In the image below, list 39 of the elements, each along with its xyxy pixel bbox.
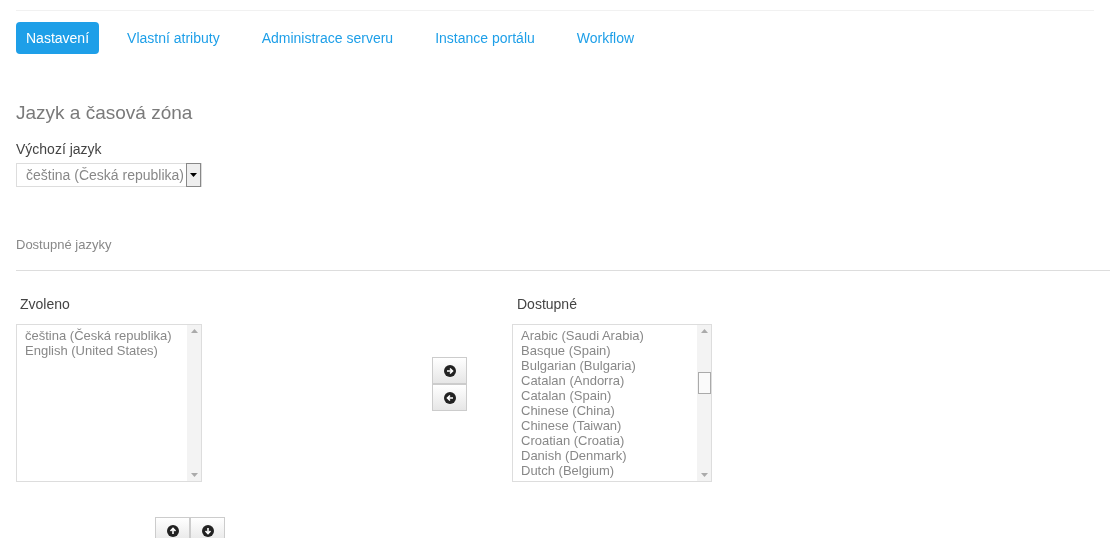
arrow-down-icon xyxy=(201,524,214,537)
tab[interactable]: Instance portálu xyxy=(425,22,545,54)
arrow-left-icon xyxy=(443,391,456,404)
tab[interactable]: Workflow xyxy=(566,22,645,54)
move-right-button[interactable] xyxy=(432,357,467,384)
scroll-up-icon[interactable] xyxy=(190,329,198,333)
scroll-down-icon[interactable] xyxy=(700,473,708,477)
scroll-down-icon[interactable] xyxy=(190,473,198,477)
list-item[interactable]: Danish (Denmark) xyxy=(521,448,689,463)
list-label: Dostupné xyxy=(517,296,578,312)
list-box[interactable]: Arabic (Saudi Arabia) Basque (Spain) Bulgarian (Bulgaria) Catalan (Andorra) Catalan (Spain) Chinese (China) Chinese (Taiwan) Croatian (Croatia) Danish (Denmark) Dutch (Belgium) xyxy=(512,324,712,482)
list-item[interactable]: čeština (Česká republika) xyxy=(25,328,179,343)
list-item[interactable]: Dutch (Belgium) xyxy=(521,463,689,478)
scroll-up-icon[interactable] xyxy=(700,329,708,333)
list-item[interactable]: Basque (Spain) xyxy=(521,343,689,358)
tab[interactable]: Nastavení xyxy=(16,22,100,54)
list-box[interactable]: čeština (Česká republika) English (United States) xyxy=(16,324,202,482)
arrow-right-icon xyxy=(443,364,456,377)
list-item[interactable]: Arabic (Saudi Arabia) xyxy=(521,328,689,343)
tab[interactable]: Vlastní atributy xyxy=(117,22,230,54)
list-item[interactable]: Croatian (Croatia) xyxy=(521,433,689,448)
list-item[interactable]: Bulgarian (Bulgaria) xyxy=(521,358,689,373)
list-item[interactable]: Catalan (Andorra) xyxy=(521,373,689,388)
caret-icon xyxy=(190,173,197,177)
subsection-title: Dostupné jazyky xyxy=(16,237,113,252)
list-label: Zvoleno xyxy=(20,296,71,312)
list-item[interactable]: Chinese (China) xyxy=(521,403,689,418)
list-item[interactable]: English (United States) xyxy=(25,343,179,358)
move-up-button[interactable] xyxy=(155,517,190,538)
language-select[interactable]: čeština (Česká republika) xyxy=(16,163,202,187)
move-left-button[interactable] xyxy=(432,384,467,411)
section-title: Jazyk a časová zóna xyxy=(16,102,194,124)
list-item[interactable]: Catalan (Spain) xyxy=(521,388,689,403)
list-item[interactable]: Chinese (Taiwan) xyxy=(521,418,689,433)
tab[interactable]: Administrace serveru xyxy=(251,22,404,54)
scrollbar-thumb[interactable] xyxy=(697,372,711,394)
field-label: Výchozí jazyk xyxy=(16,141,103,157)
arrow-up-icon xyxy=(166,524,179,537)
move-down-button[interactable] xyxy=(190,517,225,538)
